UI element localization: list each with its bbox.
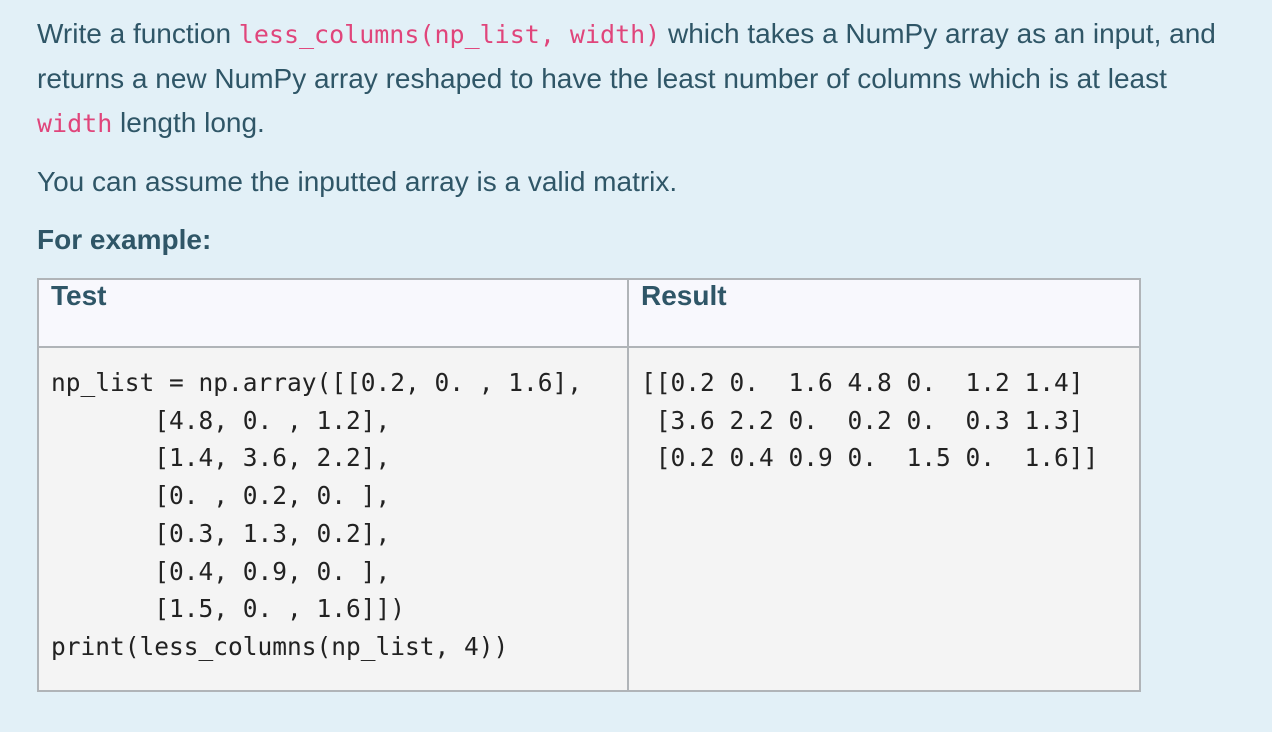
task-description: Write a function less_columns(np_list, w… (37, 12, 1237, 146)
width-parameter: width (37, 109, 113, 138)
task-text-start: Write a function (37, 18, 239, 49)
result-cell: [[0.2 0. 1.6 4.8 0. 1.2 1.4] [3.6 2.2 0.… (627, 346, 1141, 692)
example-heading: For example: (37, 224, 212, 255)
test-column-header: Test (37, 278, 629, 348)
table-header-row: Test Result (37, 278, 1141, 348)
assumption-text: You can assume the inputted array is a v… (37, 166, 678, 197)
task-text-end: length long. (112, 107, 265, 138)
table-row: np_list = np.array([[0.2, 0. , 1.6], [4.… (37, 346, 1141, 692)
test-cell: np_list = np.array([[0.2, 0. , 1.6], [4.… (37, 346, 629, 692)
test-code: np_list = np.array([[0.2, 0. , 1.6], [4.… (51, 368, 583, 661)
question-text: Write a function less_columns(np_list, w… (37, 12, 1237, 262)
result-output: [[0.2 0. 1.6 4.8 0. 1.2 1.4] [3.6 2.2 0.… (641, 368, 1099, 473)
examples-table: Test Result np_list = np.array([[0.2, 0.… (37, 278, 1141, 692)
function-signature: less_columns(np_list, width) (238, 20, 661, 49)
result-column-header: Result (627, 278, 1141, 348)
